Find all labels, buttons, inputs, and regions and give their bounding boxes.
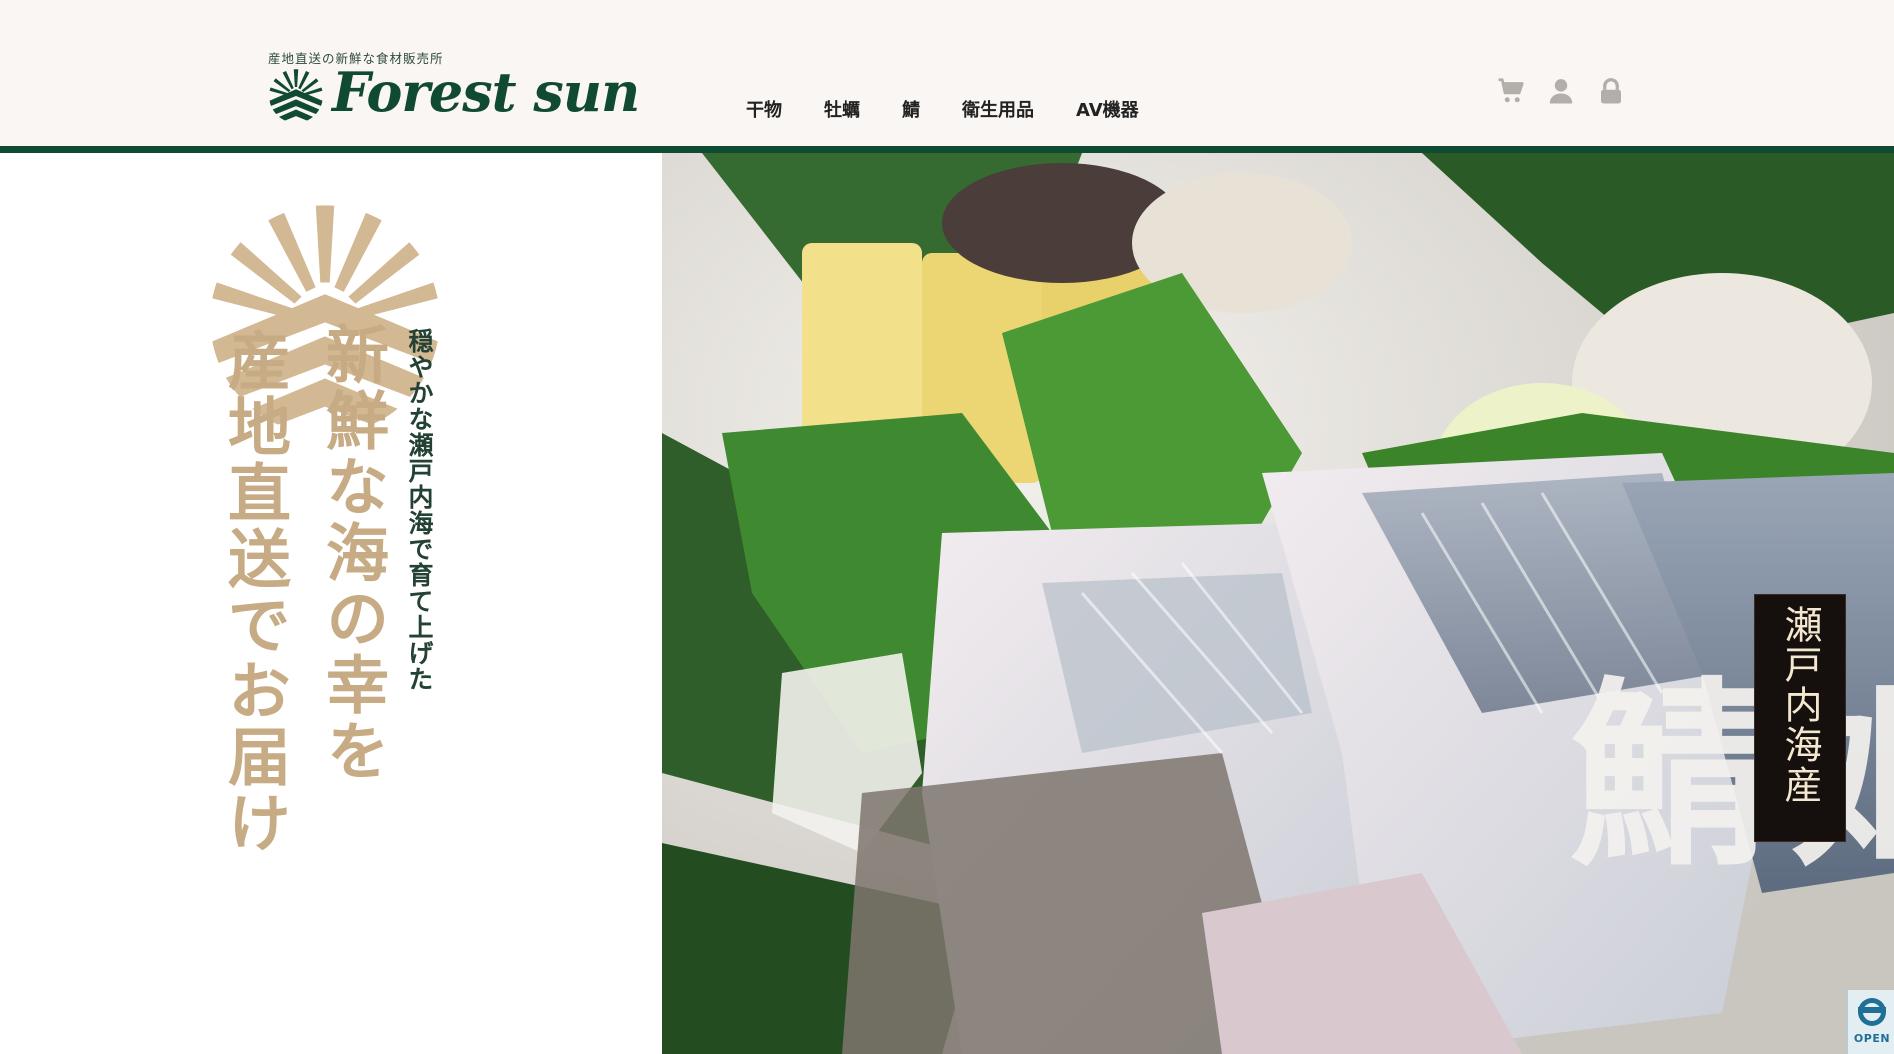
site-logo[interactable]: 産地直送の新鮮な食材販売所 Forest sun xyxy=(268,48,640,132)
photo-origin-label: 瀬戸内海産 xyxy=(1754,594,1846,842)
open-badge[interactable]: OPEN xyxy=(1846,990,1894,1054)
nav-item-av[interactable]: AV機器 xyxy=(1076,98,1139,124)
nav-item-hygiene[interactable]: 衛生用品 xyxy=(962,98,1034,124)
nav-item-kaki[interactable]: 牡蠣 xyxy=(824,98,860,124)
hero-main-copy-line1: 新鮮な海の幸を xyxy=(316,322,389,784)
hero-sub-copy: 穏やかな瀬戸内海で育て上げた xyxy=(405,328,434,692)
open-badge-label: OPEN xyxy=(1853,1032,1891,1045)
header-divider xyxy=(0,146,1894,153)
sun-mountain-logo-icon xyxy=(269,69,323,123)
nav-item-himono[interactable]: 干物 xyxy=(746,98,782,124)
cart-icon[interactable] xyxy=(1496,76,1526,106)
user-icon[interactable] xyxy=(1546,76,1576,106)
nav-item-saba[interactable]: 鯖 xyxy=(902,98,920,124)
open-badge-icon xyxy=(1858,998,1886,1026)
main-nav: 干物 牡蠣 鯖 衛生用品 AV機器 xyxy=(746,98,1181,124)
lock-icon[interactable] xyxy=(1596,76,1626,106)
hero-main-copy-line2: 産地直送でお届け xyxy=(218,328,291,856)
header-icons xyxy=(1496,76,1646,106)
logo-wordmark: Forest sun xyxy=(332,60,640,124)
site-header: 産地直送の新鮮な食材販売所 Forest sun 干物 牡蠣 鯖 衛生用品 AV… xyxy=(0,0,1894,146)
photo-origin-label-text: 瀬戸内海産 xyxy=(1778,605,1822,805)
